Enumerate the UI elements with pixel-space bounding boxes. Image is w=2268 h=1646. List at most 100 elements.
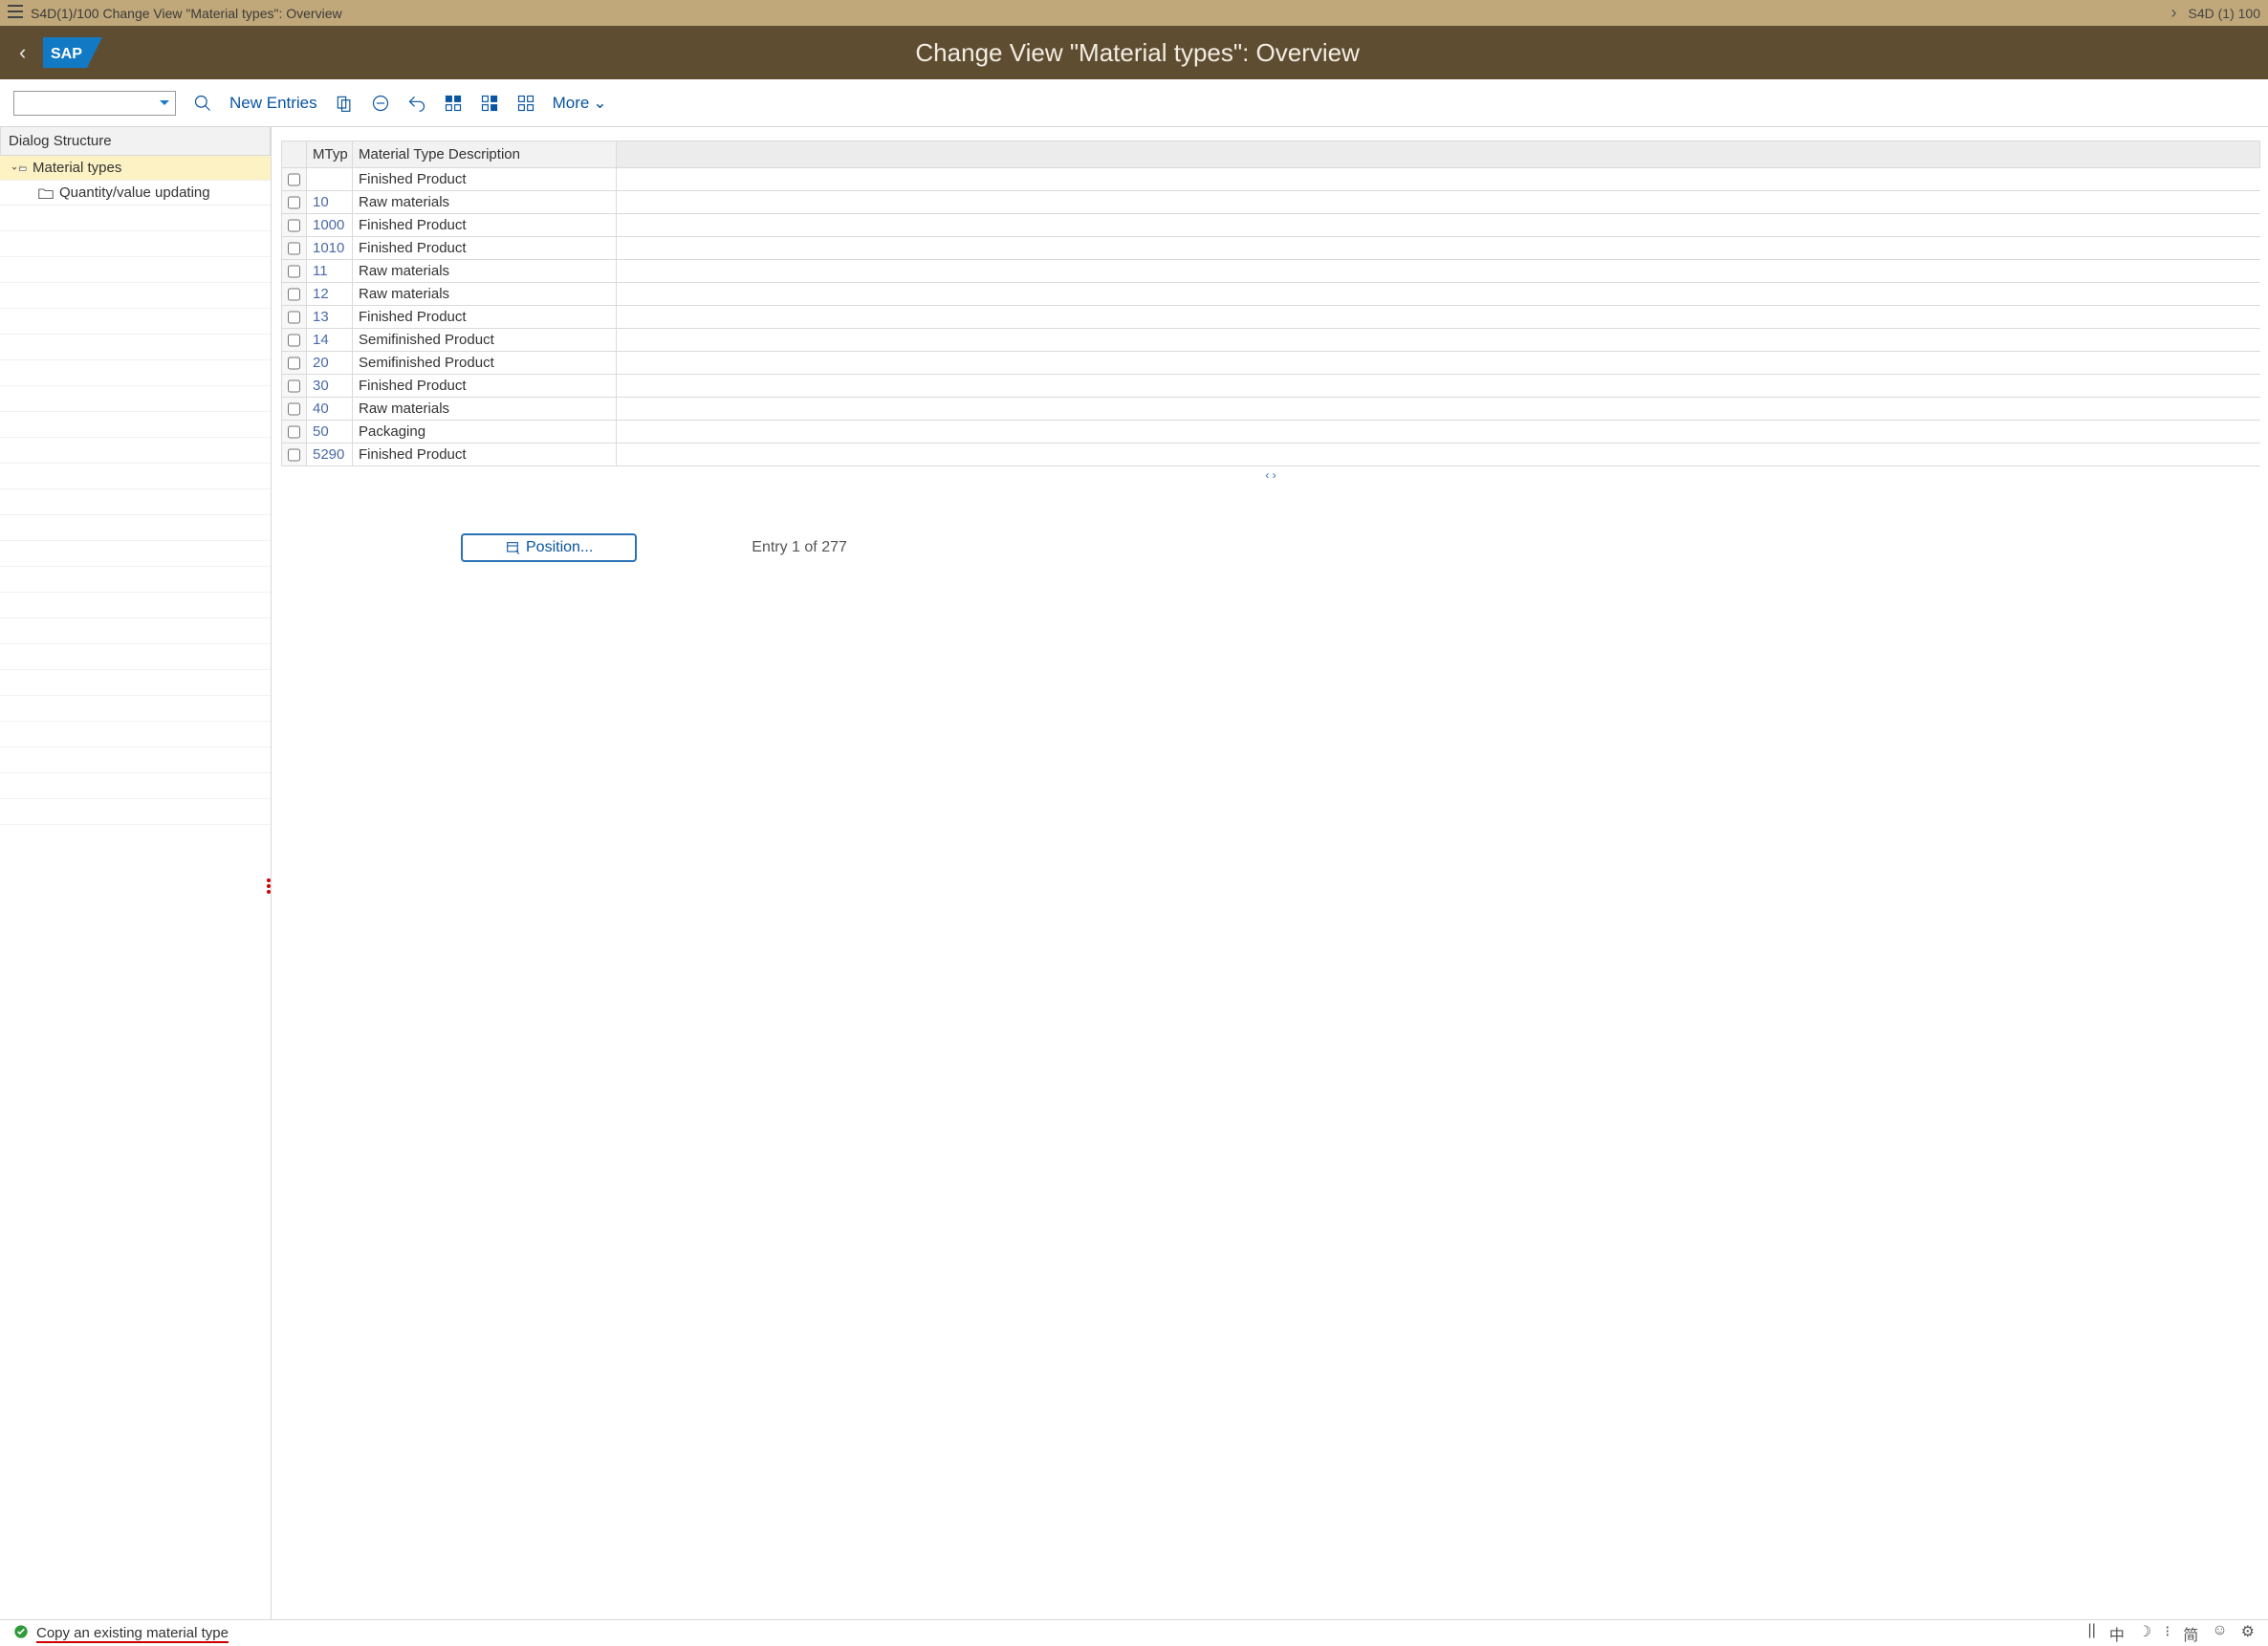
more-button[interactable]: More⌄: [553, 94, 607, 113]
cell-mtyp[interactable]: 40: [307, 398, 353, 420]
back-button[interactable]: ‹: [19, 40, 26, 65]
material-types-grid: MTyp Material Type Description Finished …: [281, 141, 2260, 484]
sap-logo: SAP: [43, 37, 102, 68]
position-button[interactable]: Position...: [461, 533, 637, 562]
status-bar: Copy an existing material type || 中 ☽ ⁝ …: [0, 1619, 2268, 1646]
moon-icon[interactable]: ☽: [2138, 1622, 2151, 1645]
select-all-icon[interactable]: [444, 94, 463, 113]
table-row[interactable]: 11Raw materials: [282, 260, 2260, 283]
cell-description[interactable]: Finished Product: [353, 306, 617, 328]
row-select-checkbox[interactable]: [282, 421, 307, 443]
cell-mtyp[interactable]: 1010: [307, 237, 353, 259]
cell-mtyp[interactable]: [307, 168, 353, 190]
content-pane: MTyp Material Type Description Finished …: [272, 127, 2268, 1619]
cell-description[interactable]: Raw materials: [353, 398, 617, 420]
copy-as-icon[interactable]: [335, 94, 354, 113]
cell-mtyp[interactable]: 13: [307, 306, 353, 328]
row-select-checkbox[interactable]: [282, 329, 307, 351]
divider-icon: ||: [2088, 1622, 2096, 1645]
row-select-checkbox[interactable]: [282, 444, 307, 466]
row-select-checkbox[interactable]: [282, 214, 307, 236]
folder-icon: [38, 185, 54, 201]
window-title: S4D(1)/100 Change View "Material types":…: [31, 6, 2171, 21]
grid-header-select[interactable]: [282, 141, 307, 167]
cell-mtyp[interactable]: 1000: [307, 214, 353, 236]
row-select-checkbox[interactable]: [282, 352, 307, 374]
cell-description[interactable]: Raw materials: [353, 260, 617, 282]
cell-mtyp[interactable]: 30: [307, 375, 353, 397]
system-label: S4D (1) 100: [2189, 6, 2260, 21]
new-entries-button[interactable]: New Entries: [229, 94, 317, 113]
cell-mtyp[interactable]: 14: [307, 329, 353, 351]
svg-text:SAP: SAP: [51, 46, 82, 62]
table-row[interactable]: 50Packaging: [282, 421, 2260, 444]
smile-icon[interactable]: ☺: [2212, 1622, 2227, 1645]
row-select-checkbox[interactable]: [282, 375, 307, 397]
cell-mtyp[interactable]: 5290: [307, 444, 353, 466]
window-titlebar: S4D(1)/100 Change View "Material types":…: [0, 0, 2268, 26]
command-field[interactable]: [13, 91, 176, 116]
header-bar: ‹ SAP Change View "Material types": Over…: [0, 26, 2268, 79]
status-success-icon: [13, 1624, 29, 1643]
grid-header: MTyp Material Type Description: [281, 141, 2260, 168]
select-block-icon[interactable]: [480, 94, 499, 113]
table-row[interactable]: Finished Product: [282, 168, 2260, 191]
table-row[interactable]: 30Finished Product: [282, 375, 2260, 398]
cell-mtyp[interactable]: 20: [307, 352, 353, 374]
status-message[interactable]: Copy an existing material type: [36, 1625, 229, 1641]
keyboard-icon[interactable]: 简: [2183, 1622, 2198, 1645]
table-row[interactable]: 40Raw materials: [282, 398, 2260, 421]
undo-icon[interactable]: [407, 94, 426, 113]
row-select-checkbox[interactable]: [282, 260, 307, 282]
chevron-right-icon[interactable]: ›: [2171, 3, 2177, 23]
cell-description[interactable]: Semifinished Product: [353, 329, 617, 351]
ime-icon[interactable]: 中: [2109, 1622, 2125, 1645]
table-row[interactable]: 14Semifinished Product: [282, 329, 2260, 352]
cell-mtyp[interactable]: 50: [307, 421, 353, 443]
table-row[interactable]: 20Semifinished Product: [282, 352, 2260, 375]
grid-header-filler: [617, 141, 2259, 167]
dialog-structure-pane: Dialog Structure Material typesQuantity/…: [0, 127, 272, 1619]
cell-description[interactable]: Finished Product: [353, 444, 617, 466]
table-row[interactable]: 13Finished Product: [282, 306, 2260, 329]
expanded-folder-icon: [11, 161, 27, 176]
entry-counter: Entry 1 of 277: [752, 539, 847, 556]
gear-icon[interactable]: ⚙: [2241, 1622, 2255, 1645]
cell-description[interactable]: Finished Product: [353, 214, 617, 236]
tree-node-quantity-value[interactable]: Quantity/value updating: [0, 181, 271, 206]
cell-description[interactable]: Finished Product: [353, 168, 617, 190]
cell-description[interactable]: Semifinished Product: [353, 352, 617, 374]
tree-node-label: Quantity/value updating: [59, 184, 210, 201]
cell-description[interactable]: Raw materials: [353, 283, 617, 305]
deselect-all-icon[interactable]: [516, 94, 535, 113]
toolbar: New Entries More⌄: [0, 79, 2268, 127]
status-tray: || 中 ☽ ⁝ 简 ☺ ⚙: [2088, 1622, 2255, 1645]
table-row[interactable]: 5290Finished Product: [282, 444, 2260, 466]
table-row[interactable]: 1000Finished Product: [282, 214, 2260, 237]
cell-description[interactable]: Finished Product: [353, 237, 617, 259]
cell-description[interactable]: Finished Product: [353, 375, 617, 397]
cell-mtyp[interactable]: 12: [307, 283, 353, 305]
table-row[interactable]: 12Raw materials: [282, 283, 2260, 306]
tree-node-material-types[interactable]: Material types: [0, 156, 271, 181]
table-row[interactable]: 10Raw materials: [282, 191, 2260, 214]
row-select-checkbox[interactable]: [282, 398, 307, 420]
row-select-checkbox[interactable]: [282, 306, 307, 328]
page-title: Change View "Material types": Overview: [26, 38, 2249, 68]
grid-header-desc[interactable]: Material Type Description: [353, 141, 617, 167]
horizontal-scroll-hint[interactable]: ‹ ›: [281, 466, 2260, 484]
row-select-checkbox[interactable]: [282, 283, 307, 305]
delete-icon[interactable]: [371, 94, 390, 113]
cell-mtyp[interactable]: 10: [307, 191, 353, 213]
grid-header-mtyp[interactable]: MTyp: [307, 141, 353, 167]
table-row[interactable]: 1010Finished Product: [282, 237, 2260, 260]
menu-icon[interactable]: [8, 5, 23, 21]
cell-mtyp[interactable]: 11: [307, 260, 353, 282]
cell-description[interactable]: Packaging: [353, 421, 617, 443]
row-select-checkbox[interactable]: [282, 168, 307, 190]
dots-icon[interactable]: ⁝: [2165, 1622, 2170, 1645]
cell-description[interactable]: Raw materials: [353, 191, 617, 213]
search-icon[interactable]: [193, 94, 212, 113]
row-select-checkbox[interactable]: [282, 191, 307, 213]
row-select-checkbox[interactable]: [282, 237, 307, 259]
